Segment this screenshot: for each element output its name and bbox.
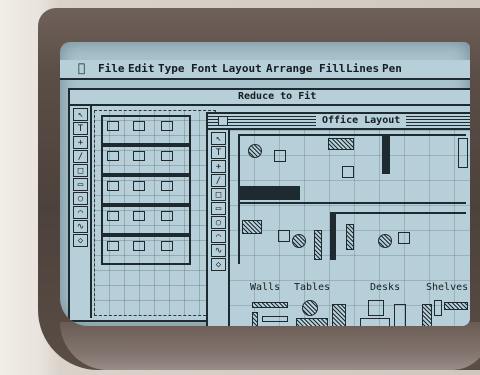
shelf bbox=[314, 230, 322, 260]
tool-palette: ↖ T + / □ ▭ ○ ⌒ ∿ ◇ bbox=[70, 106, 92, 318]
wall bbox=[330, 212, 336, 260]
palette-label-walls: Walls bbox=[250, 282, 281, 293]
menu-arrange[interactable]: Arrange bbox=[266, 62, 312, 75]
text-tool-icon[interactable]: T bbox=[73, 122, 88, 135]
table-sample[interactable] bbox=[296, 318, 328, 326]
office-row bbox=[101, 175, 191, 205]
crosshair-tool-icon[interactable]: + bbox=[211, 160, 226, 173]
window-title: Office Layout bbox=[316, 115, 407, 126]
arrow-tool-icon[interactable]: ↖ bbox=[73, 108, 88, 121]
desk-sample[interactable] bbox=[394, 304, 406, 326]
window-title-bar[interactable]: Office Layout bbox=[208, 114, 470, 130]
oval-tool-icon[interactable]: ○ bbox=[211, 216, 226, 229]
desk-sample[interactable] bbox=[360, 318, 390, 326]
arrow-tool-icon[interactable]: ↖ bbox=[211, 132, 226, 145]
window-office-layout: Office Layout ↖ T + / □ ▭ ○ ⌒ ∿ ◇ Walls … bbox=[206, 112, 470, 326]
menu-lines[interactable]: Lines bbox=[346, 62, 379, 75]
window-title-bar[interactable]: Reduce to Fit bbox=[70, 90, 470, 106]
menu-layout[interactable]: Layout bbox=[222, 62, 262, 75]
menu-type[interactable]: Type bbox=[158, 62, 185, 75]
shelf bbox=[346, 224, 354, 250]
desk bbox=[328, 138, 354, 150]
shelf-sample[interactable] bbox=[422, 304, 432, 326]
round-table bbox=[292, 234, 306, 248]
shelf-sample[interactable] bbox=[444, 302, 468, 310]
arc-tool-icon[interactable]: ⌒ bbox=[73, 206, 88, 219]
wall-sample[interactable] bbox=[252, 302, 288, 308]
menu-fill[interactable]: Fill bbox=[319, 62, 346, 75]
window-title: Reduce to Fit bbox=[238, 91, 317, 102]
rectangle-tool-icon[interactable]: □ bbox=[73, 164, 88, 177]
wall-sample[interactable] bbox=[262, 316, 288, 322]
apple-icon[interactable]:  bbox=[78, 61, 85, 75]
wall bbox=[238, 134, 466, 136]
polygon-tool-icon[interactable]: ◇ bbox=[211, 258, 226, 271]
oval-tool-icon[interactable]: ○ bbox=[73, 192, 88, 205]
line-tool-icon[interactable]: / bbox=[211, 174, 226, 187]
chair bbox=[342, 166, 354, 178]
palette-label-tables: Tables bbox=[294, 282, 331, 293]
rounded-rect-tool-icon[interactable]: ▭ bbox=[73, 178, 88, 191]
table-sample[interactable] bbox=[332, 304, 346, 326]
shelf bbox=[458, 138, 468, 168]
arc-tool-icon[interactable]: ⌒ bbox=[211, 230, 226, 243]
freehand-tool-icon[interactable]: ∿ bbox=[211, 244, 226, 257]
monitor-chin bbox=[60, 322, 480, 370]
rectangle-tool-icon[interactable]: □ bbox=[211, 188, 226, 201]
screen:  File Edit Type Font Layout Arrange Fil… bbox=[60, 42, 470, 326]
desk bbox=[242, 220, 262, 234]
wall-sample[interactable] bbox=[252, 312, 258, 326]
tool-palette: ↖ T + / □ ▭ ○ ⌒ ∿ ◇ bbox=[208, 130, 230, 326]
menu-pen[interactable]: Pen bbox=[382, 62, 402, 75]
round-table bbox=[248, 144, 262, 158]
chair bbox=[278, 230, 290, 242]
crosshair-tool-icon[interactable]: + bbox=[73, 136, 88, 149]
drawing-canvas[interactable]: Walls Tables Desks Shelves bbox=[230, 130, 470, 326]
wall bbox=[382, 134, 390, 174]
palette-label-shelves: Shelves bbox=[426, 282, 469, 293]
rounded-rect-tool-icon[interactable]: ▭ bbox=[211, 202, 226, 215]
wall bbox=[238, 202, 466, 204]
menu-bar:  File Edit Type Font Layout Arrange Fil… bbox=[60, 60, 470, 80]
menu-edit[interactable]: Edit bbox=[128, 62, 155, 75]
office-row bbox=[101, 115, 191, 145]
wall bbox=[330, 212, 466, 214]
round-table bbox=[378, 234, 392, 248]
shelf-sample[interactable] bbox=[434, 300, 442, 316]
desk-sample[interactable] bbox=[368, 300, 384, 316]
text-tool-icon[interactable]: T bbox=[211, 146, 226, 159]
office-row bbox=[101, 235, 191, 265]
menu-file[interactable]: File bbox=[98, 62, 125, 75]
office-row bbox=[101, 205, 191, 235]
chair bbox=[274, 150, 286, 162]
office-row bbox=[101, 145, 191, 175]
table-sample[interactable] bbox=[302, 300, 318, 316]
reduced-page-view[interactable] bbox=[94, 110, 216, 316]
chair bbox=[398, 232, 410, 244]
close-box-icon[interactable] bbox=[218, 116, 228, 126]
menu-font[interactable]: Font bbox=[191, 62, 218, 75]
wall bbox=[238, 186, 300, 200]
line-tool-icon[interactable]: / bbox=[73, 150, 88, 163]
palette-label-desks: Desks bbox=[370, 282, 401, 293]
polygon-tool-icon[interactable]: ◇ bbox=[73, 234, 88, 247]
freehand-tool-icon[interactable]: ∿ bbox=[73, 220, 88, 233]
